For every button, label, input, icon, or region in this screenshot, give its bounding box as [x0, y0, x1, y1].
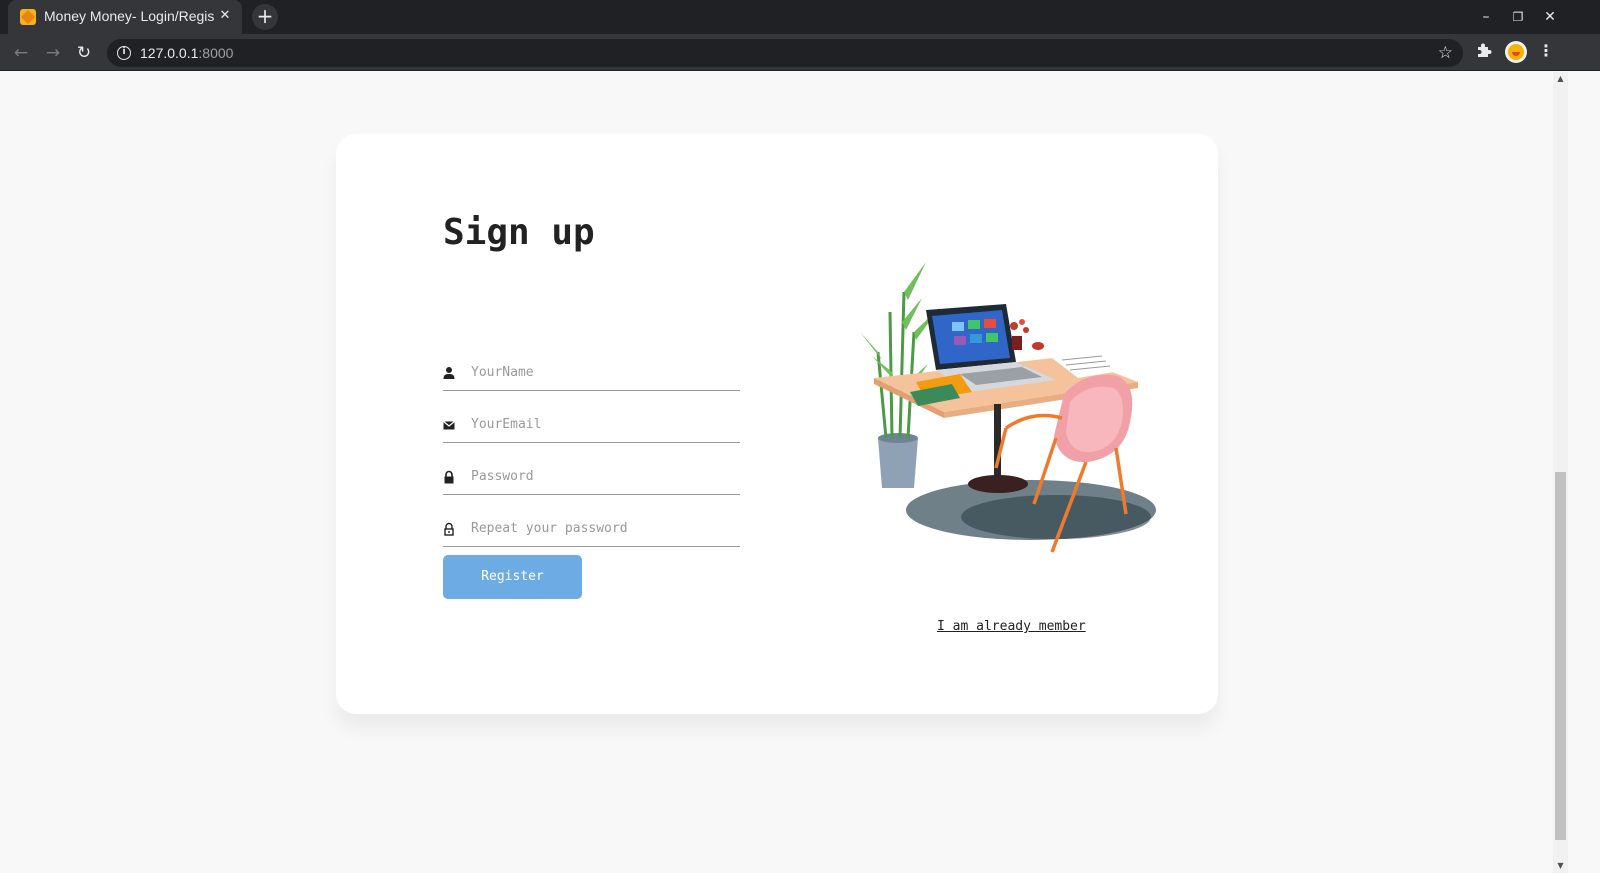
signup-card: Sign up YourName YourEmail Register I am…	[336, 134, 1218, 714]
tab-title: Money Money- Login/Register	[44, 8, 214, 24]
repeat-password-field	[443, 512, 740, 547]
window-close-icon[interactable]: ✕	[1538, 6, 1562, 28]
restore-icon[interactable]: ❐	[1506, 6, 1530, 28]
repeat-password-input[interactable]	[471, 512, 739, 544]
scroll-up-arrow-icon[interactable]: ▲	[1553, 72, 1568, 86]
extensions-puzzle-icon[interactable]	[1474, 40, 1494, 60]
url-host: 127.0.0.1	[140, 45, 199, 61]
address-bar[interactable]: i 127.0.0.1:8000 ☆	[107, 39, 1463, 67]
minimize-icon[interactable]: –	[1474, 6, 1498, 28]
window-right-edge	[1568, 72, 1600, 873]
browser-tab[interactable]: Money Money- Login/Register ✕	[8, 0, 242, 34]
form-title: Sign up	[443, 212, 595, 253]
password-input[interactable]	[471, 460, 739, 492]
site-info-icon[interactable]: i	[117, 46, 131, 60]
page-viewport: Sign up YourName YourEmail Register I am…	[0, 72, 1553, 873]
name-field	[443, 356, 740, 391]
person-icon	[443, 367, 455, 379]
desk-illustration	[860, 262, 1156, 553]
favicon-icon	[20, 9, 36, 25]
forward-arrow-icon[interactable]: →	[40, 40, 66, 66]
scroll-thumb[interactable]	[1555, 472, 1566, 840]
url-port: :8000	[198, 45, 234, 61]
name-input[interactable]	[471, 356, 739, 388]
envelope-icon	[443, 421, 455, 430]
url-text: 127.0.0.1:8000	[140, 45, 233, 61]
lock-outline-icon	[444, 522, 454, 536]
new-tab-button[interactable]: +	[252, 4, 278, 30]
email-input[interactable]	[471, 408, 739, 440]
profile-avatar[interactable]	[1505, 41, 1527, 63]
bookmark-star-icon[interactable]: ☆	[1438, 43, 1453, 63]
lock-icon	[444, 470, 454, 484]
scroll-down-arrow-icon[interactable]: ▼	[1553, 859, 1568, 873]
reload-icon[interactable]: ↻	[71, 40, 97, 66]
page-scrollbar[interactable]: ▲ ▼	[1553, 72, 1568, 873]
browser-toolbar: ← → ↻ i 127.0.0.1:8000 ☆	[0, 34, 1600, 71]
browser-tabstrip: Money Money- Login/Register ✕ + – ❐ ✕	[0, 0, 1600, 34]
browser-menu-icon[interactable]: ⋮	[1538, 40, 1554, 62]
tab-close-icon[interactable]: ✕	[216, 7, 234, 25]
back-arrow-icon[interactable]: ←	[8, 40, 34, 66]
already-member-link[interactable]: I am already member	[937, 619, 1086, 634]
email-field	[443, 408, 740, 443]
register-button[interactable]: Register	[443, 555, 582, 599]
password-field	[443, 460, 740, 495]
